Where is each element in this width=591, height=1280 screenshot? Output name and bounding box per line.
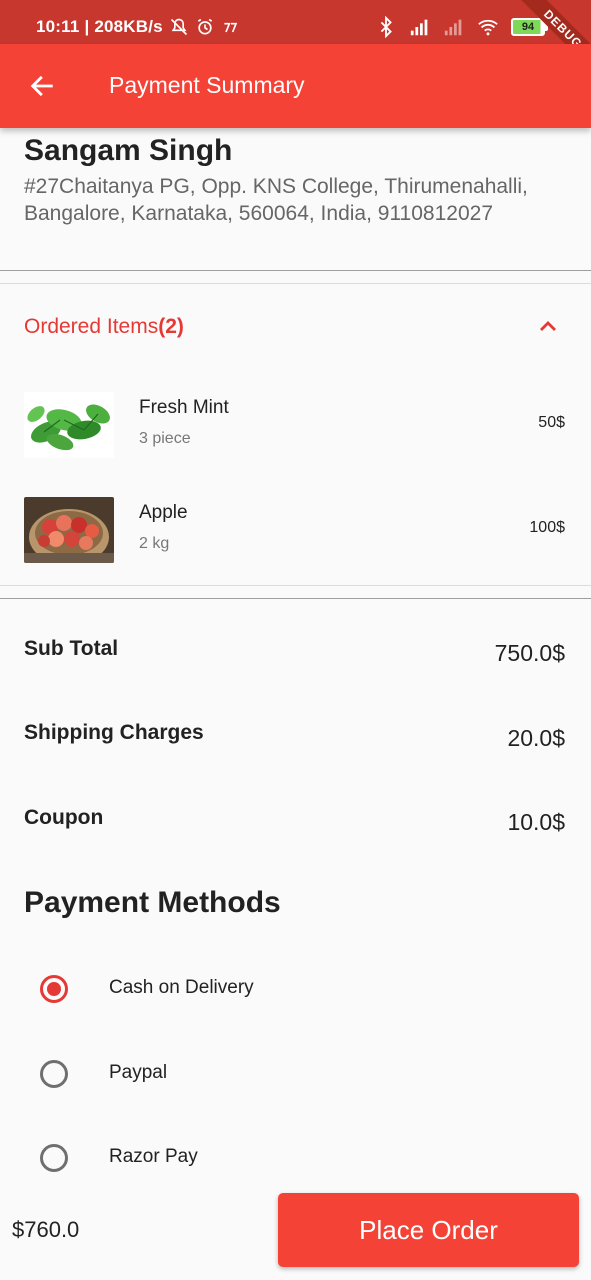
- payment-methods-title: Payment Methods: [24, 886, 281, 919]
- ordered-items-label: Ordered Items: [24, 315, 159, 338]
- order-total: $760.0: [12, 1217, 80, 1242]
- item-image-apple: [24, 497, 114, 563]
- item-name: Fresh Mint: [139, 397, 229, 418]
- place-order-button[interactable]: Place Order: [278, 1193, 579, 1267]
- payment-option-label: Razor Pay: [109, 1146, 198, 1167]
- subtotal-label: Sub Total: [24, 637, 119, 660]
- status-right: 94: [375, 16, 548, 38]
- shipping-label: Shipping Charges: [24, 721, 204, 744]
- bell-off-icon: [170, 18, 187, 36]
- alarm-icon: [197, 18, 212, 35]
- divider: [0, 585, 591, 586]
- item-name: Apple: [139, 502, 188, 523]
- app-bar: Payment Summary: [0, 44, 591, 128]
- list-item[interactable]: Fresh Mint 3 piece 50$: [0, 392, 591, 464]
- item-image-mint: [24, 392, 114, 458]
- address-text: #27Chaitanya PG, Opp. KNS College, Thiru…: [24, 175, 528, 225]
- divider: [0, 270, 591, 271]
- item-price: 50$: [538, 414, 565, 431]
- divider: [0, 283, 591, 284]
- radio-button[interactable]: [40, 975, 68, 1003]
- payment-option-label: Paypal: [109, 1062, 168, 1083]
- page-title: Payment Summary: [109, 72, 305, 98]
- battery-icon: 94: [511, 18, 548, 36]
- status-left: 10:11 | 208KB/s: [36, 17, 241, 37]
- shipping-value: 20.0$: [507, 725, 565, 751]
- payment-option-label: Cash on Delivery: [109, 977, 254, 998]
- status-time-speed: 10:11 | 208KB/s: [36, 17, 163, 36]
- payment-option-paypal[interactable]: Paypal: [0, 1049, 591, 1099]
- signal-icon: [410, 19, 428, 36]
- ordered-items-count: (2): [158, 315, 184, 338]
- ordered-items-header[interactable]: Ordered Items(2): [24, 315, 184, 339]
- bluetooth-icon: [380, 16, 392, 38]
- divider: [0, 598, 591, 599]
- item-price: 100$: [529, 519, 565, 536]
- item-quantity: 3 piece: [139, 430, 191, 447]
- coupon-label: Coupon: [24, 806, 104, 829]
- payment-option-cod[interactable]: Cash on Delivery: [0, 964, 591, 1014]
- subtotal-value: 750.0$: [494, 640, 565, 666]
- wifi-icon: [478, 19, 498, 36]
- collapse-button[interactable]: [532, 312, 564, 342]
- back-button[interactable]: [24, 66, 60, 106]
- notification-icon: [224, 22, 238, 33]
- payment-option-razorpay[interactable]: Razor Pay: [0, 1133, 591, 1183]
- address-name: Sangam Singh: [24, 134, 233, 167]
- chevron-up-icon: [540, 321, 556, 331]
- item-quantity: 2 kg: [139, 535, 170, 552]
- radio-button[interactable]: [40, 1060, 68, 1088]
- radio-button[interactable]: [40, 1144, 68, 1172]
- list-item[interactable]: Apple 2 kg 100$: [0, 497, 591, 569]
- signal-weak-icon: [444, 19, 462, 36]
- arrow-left-icon: [30, 75, 53, 97]
- coupon-value: 10.0$: [507, 809, 565, 835]
- status-bar: 10:11 | 208KB/s 94 DEBUG: [0, 0, 591, 44]
